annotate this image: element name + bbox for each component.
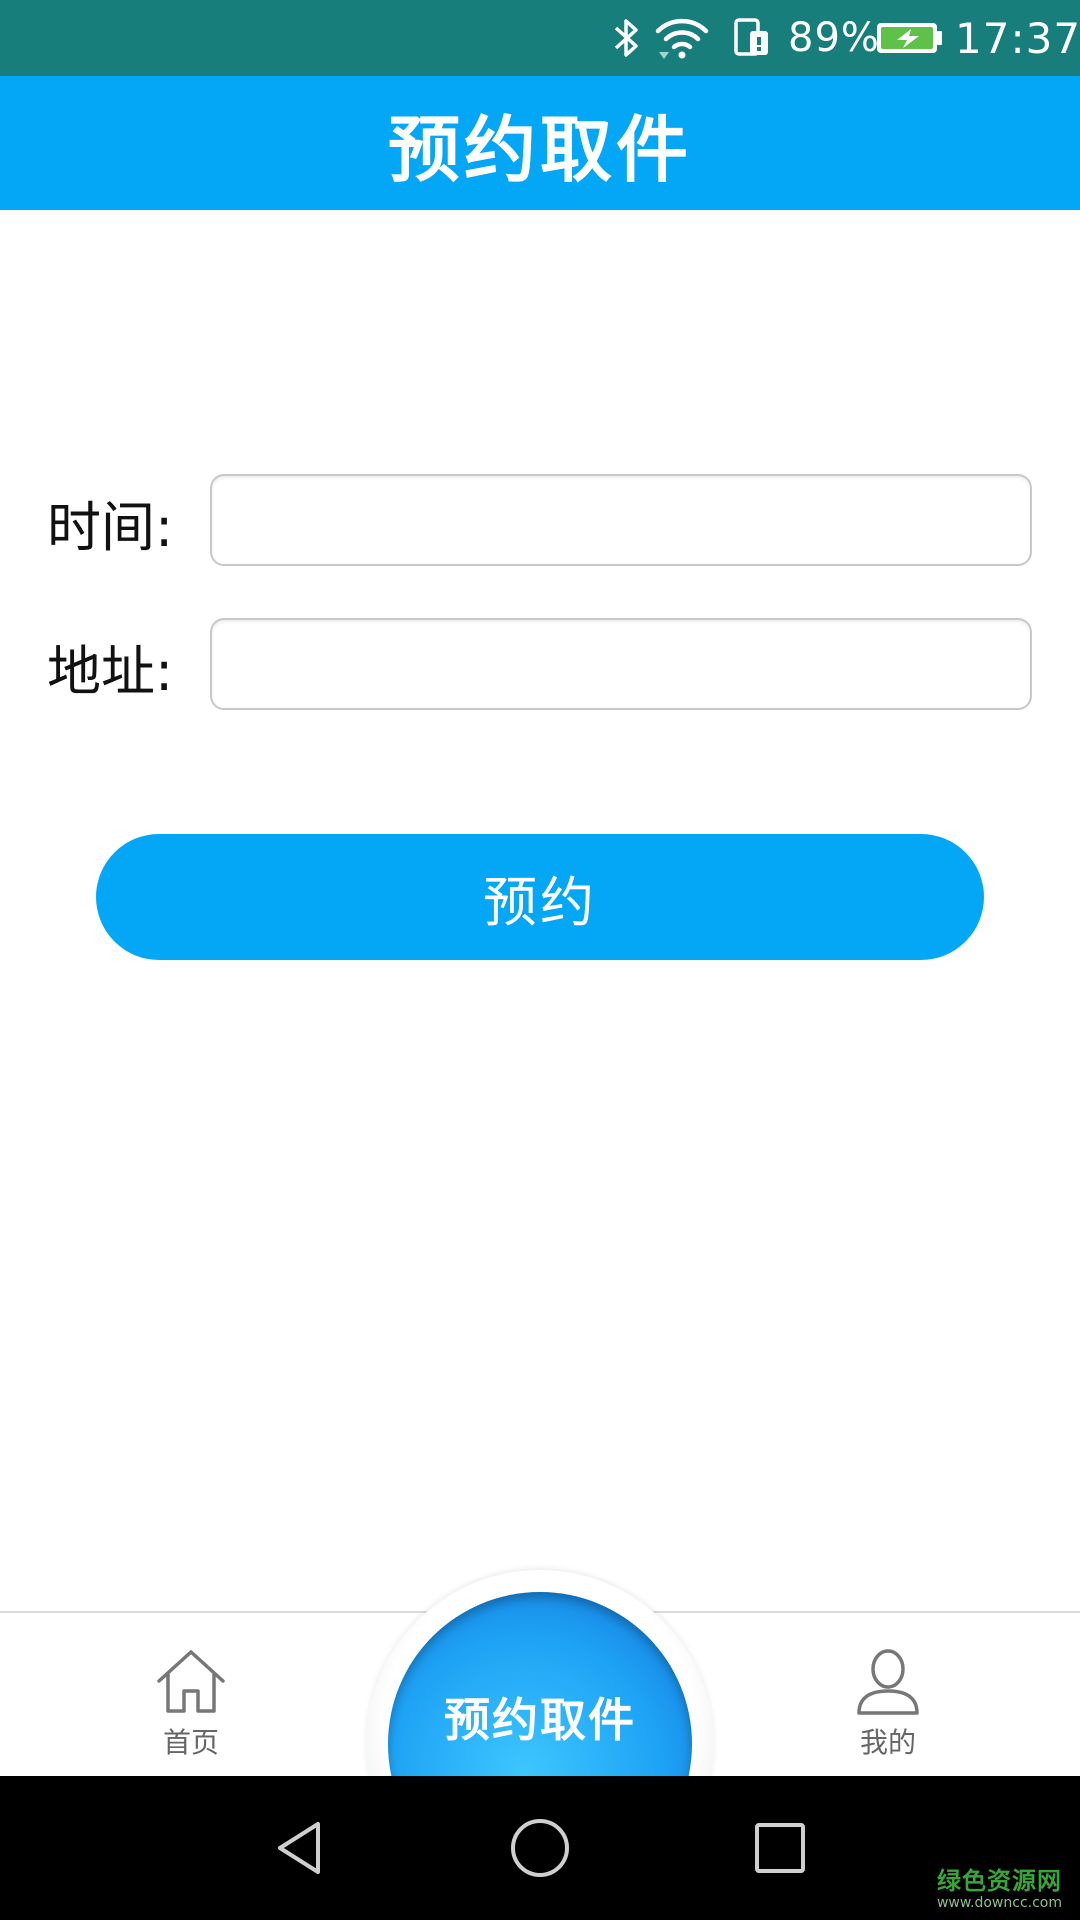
back-icon[interactable] bbox=[258, 1806, 342, 1890]
tab-home[interactable]: 首页 bbox=[121, 1613, 261, 1778]
tab-mine-label: 我的 bbox=[859, 1726, 916, 1759]
time-label: 时间: bbox=[47, 495, 174, 559]
address-row: 地址: bbox=[0, 618, 1080, 714]
address-input[interactable] bbox=[210, 618, 1032, 710]
screen: 89% 17:37 预约取件 时间: 地址: 预约 首页 我的 预约取件 绿色资… bbox=[0, 0, 1080, 1920]
tab-mine[interactable]: 我的 bbox=[818, 1613, 958, 1778]
tab-home-label: 首页 bbox=[162, 1726, 219, 1759]
watermark-sub: www.downcc.com bbox=[936, 1895, 1062, 1911]
system-nav-bar: 绿色资源网 www.downcc.com bbox=[0, 1776, 1080, 1920]
recents-icon[interactable] bbox=[738, 1806, 822, 1890]
time-row: 时间: bbox=[0, 474, 1080, 570]
status-bar: 89% 17:37 bbox=[0, 0, 1080, 76]
reserve-button[interactable]: 预约 bbox=[96, 834, 984, 960]
battery-charging-icon bbox=[875, 0, 945, 76]
battery-percent: 89% bbox=[788, 15, 880, 61]
time-input[interactable] bbox=[210, 474, 1032, 566]
watermark: 绿色资源网 www.downcc.com bbox=[937, 1869, 1062, 1910]
page-title: 预约取件 bbox=[387, 107, 692, 192]
user-icon bbox=[857, 1649, 919, 1715]
sim-icon bbox=[733, 0, 771, 76]
address-label: 地址: bbox=[47, 639, 174, 703]
status-time: 17:37 bbox=[955, 13, 1080, 63]
app-header: 预约取件 bbox=[0, 76, 1080, 210]
wifi-icon bbox=[655, 0, 709, 76]
watermark-main: 绿色资源网 bbox=[936, 1867, 1062, 1895]
home-circle-icon[interactable] bbox=[498, 1806, 582, 1890]
center-button-label: 预约取件 bbox=[444, 1693, 636, 1747]
bluetooth-icon bbox=[612, 0, 642, 76]
home-icon bbox=[157, 1650, 225, 1713]
